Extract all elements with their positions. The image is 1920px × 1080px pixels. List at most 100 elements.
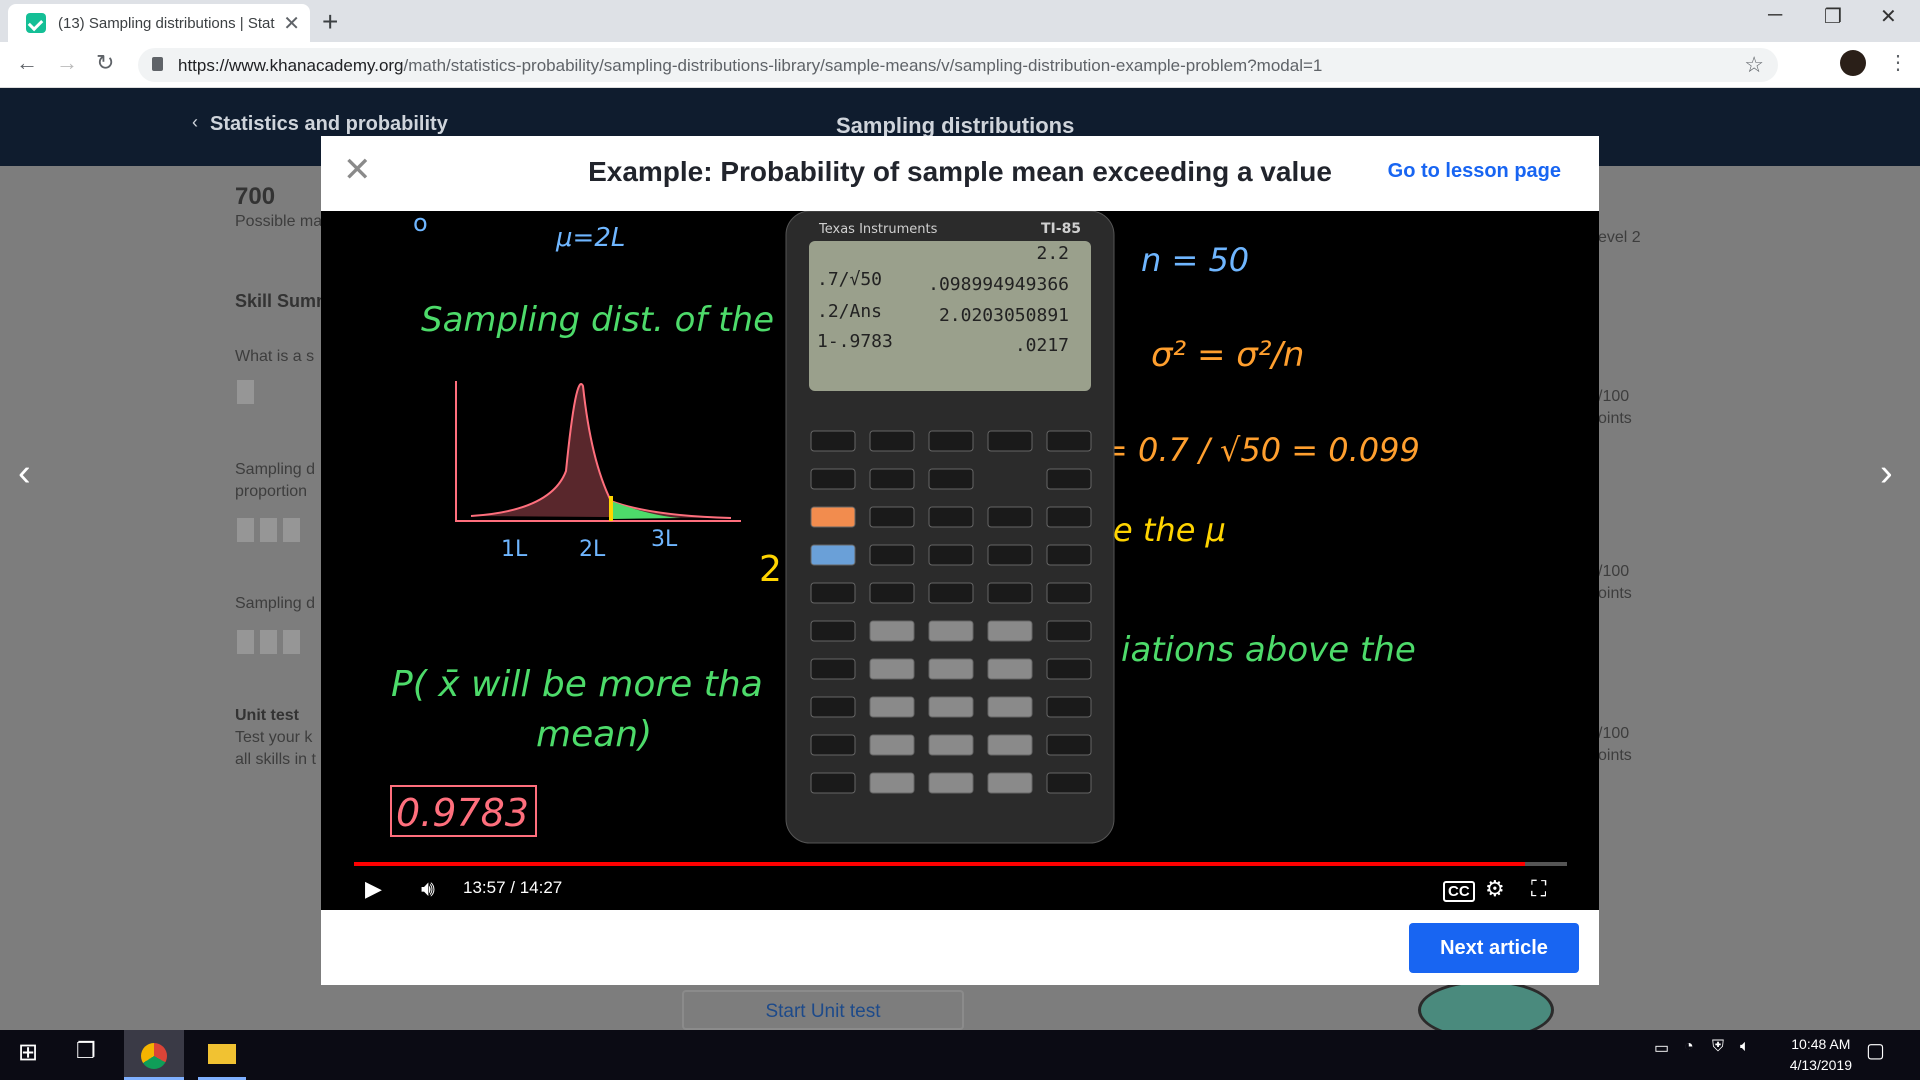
explorer-taskbar-button[interactable] [198,1030,246,1080]
board-sigma-sq: σ² = σ²/n [1151,335,1304,375]
chrome-icon [141,1043,167,1069]
tab-active[interactable]: (13) Sampling distributions | Stat ✕ [8,4,310,42]
carousel-next-icon[interactable]: › [1880,452,1893,495]
mastery-bars-1 [237,380,260,404]
task-view-icon[interactable]: ❐ [76,1038,96,1064]
video-time: 13:57 / 14:27 [463,878,563,897]
tab-close-icon[interactable]: ✕ [283,11,300,36]
bookmark-star-icon[interactable]: ☆ [1744,52,1764,78]
video-modal: ✕ Example: Probability of sample mean ex… [321,136,1599,985]
calc-key [810,696,856,718]
browser-menu-icon[interactable]: ⋮ [1888,50,1908,75]
skill-item-3[interactable]: Sampling d [235,595,315,613]
volume-tray-icon[interactable]: 🔈︎ [1740,1038,1750,1056]
calc-key [1046,468,1092,490]
calc-key [810,658,856,680]
back-icon[interactable]: ← [16,50,38,76]
board-mean: mean) [536,714,652,755]
x-label-1: 1L [501,537,528,562]
forward-icon[interactable]: → [56,50,78,76]
calc-key [1046,772,1092,794]
calc-key [810,772,856,794]
captions-icon[interactable]: CC [1443,881,1475,902]
profile-avatar[interactable] [1840,50,1866,76]
curve-sketch [470,383,732,519]
go-to-lesson-link[interactable]: Go to lesson page [1388,160,1561,183]
mastery-bars-3 [237,630,306,654]
reload-icon[interactable]: ↻ [96,50,114,76]
calc-key [810,468,856,490]
taskbar: ⊞ ❐ ▭ ◔ ⛨ 🔈︎ 10:48 AM 4/13/2019 ▢ [0,1030,1920,1080]
new-tab-icon[interactable]: + [322,6,338,38]
windows-start-icon[interactable]: ⊞ [18,1038,38,1067]
start-unit-test-button[interactable]: Start Unit test [682,990,964,1030]
calc-key [869,582,915,604]
board-two: 2 [759,549,782,590]
board-deviations: iations above the [1121,630,1416,670]
right-points-3: /100 [1598,725,1630,742]
board-answer: 0.9783 [396,791,529,835]
unit-test-line2: all skills in t [235,751,316,768]
lock-icon [152,57,163,71]
settings-gear-icon[interactable]: ⚙ [1485,876,1505,902]
skill-item-1[interactable]: What is a s [235,348,314,366]
clock-time: 10:48 AM [1791,1036,1851,1052]
calc-key [810,544,856,566]
video-frame: o μ=2L Sampling dist. of the 1L 2L 3L P(… [390,211,1420,844]
maximize-icon[interactable]: ❐ [1824,4,1842,29]
calc-key [928,430,974,452]
calc-key [869,544,915,566]
tab-strip: (13) Sampling distributions | Stat ✕ + ─… [0,0,1920,42]
next-article-button[interactable]: Next article [1409,923,1579,973]
window-close-icon[interactable]: ✕ [1880,4,1897,29]
calc-key [987,734,1033,756]
video-player[interactable]: o μ=2L Sampling dist. of the 1L 2L 3L P(… [321,211,1599,910]
calc-key [1046,430,1092,452]
calc-key [1046,582,1092,604]
calc-key [1046,696,1092,718]
level-label: evel 2 [1598,229,1641,246]
fullscreen-icon[interactable]: ⛶ [1531,876,1546,902]
calc-key [928,772,974,794]
wifi-icon[interactable]: ◔ [1684,1038,1694,1056]
calc-line0-right: 2.2 [1036,243,1069,264]
calc-key [928,658,974,680]
defender-icon[interactable]: ⛨ [1712,1038,1724,1056]
right-points-1: /100 [1598,388,1630,405]
calc-model: TI-85 [1041,221,1081,237]
clock[interactable]: 10:48 AM 4/13/2019 [1790,1034,1852,1076]
breadcrumb[interactable]: Statistics and probability [210,113,448,136]
address-bar[interactable]: https://www.khanacademy.org/math/statist… [138,48,1778,82]
calc-key [1046,506,1092,528]
tab-title: (13) Sampling distributions | Stat [58,14,275,32]
battery-icon[interactable]: ▭ [1654,1038,1669,1058]
notifications-icon[interactable]: ▢ [1866,1038,1885,1063]
video-progress-bar[interactable] [354,862,1567,866]
play-icon[interactable]: ▶ [365,876,382,902]
calc-line2-right: 2.0203050891 [939,305,1069,326]
url-text: https://www.khanacademy.org/math/statist… [178,56,1323,75]
calc-key [987,544,1033,566]
carousel-prev-icon[interactable]: ‹ [18,452,31,495]
calc-key [810,620,856,642]
minimize-icon[interactable]: ─ [1768,4,1782,27]
points-label: Possible ma [235,213,323,230]
calc-key [1046,658,1092,680]
calc-key [928,620,974,642]
khan-favicon-icon [26,13,46,33]
unit-test-line1: Test your k [235,729,313,746]
chrome-taskbar-button[interactable] [124,1030,184,1080]
right-points-label-3: oints [1598,747,1632,764]
calc-key [928,734,974,756]
right-points-label-1: oints [1598,410,1632,427]
skill-item-2[interactable]: Sampling d [235,461,315,479]
calc-key [987,620,1033,642]
calc-key [869,468,915,490]
volume-icon[interactable]: 🔊︎ [421,876,435,902]
calc-line1-left: .7/√50 [817,269,882,290]
calc-key [987,430,1033,452]
board-n: n = 50 [1141,241,1249,279]
calc-key [928,468,974,490]
calc-key [987,506,1033,528]
mastery-bars-2 [237,518,306,542]
